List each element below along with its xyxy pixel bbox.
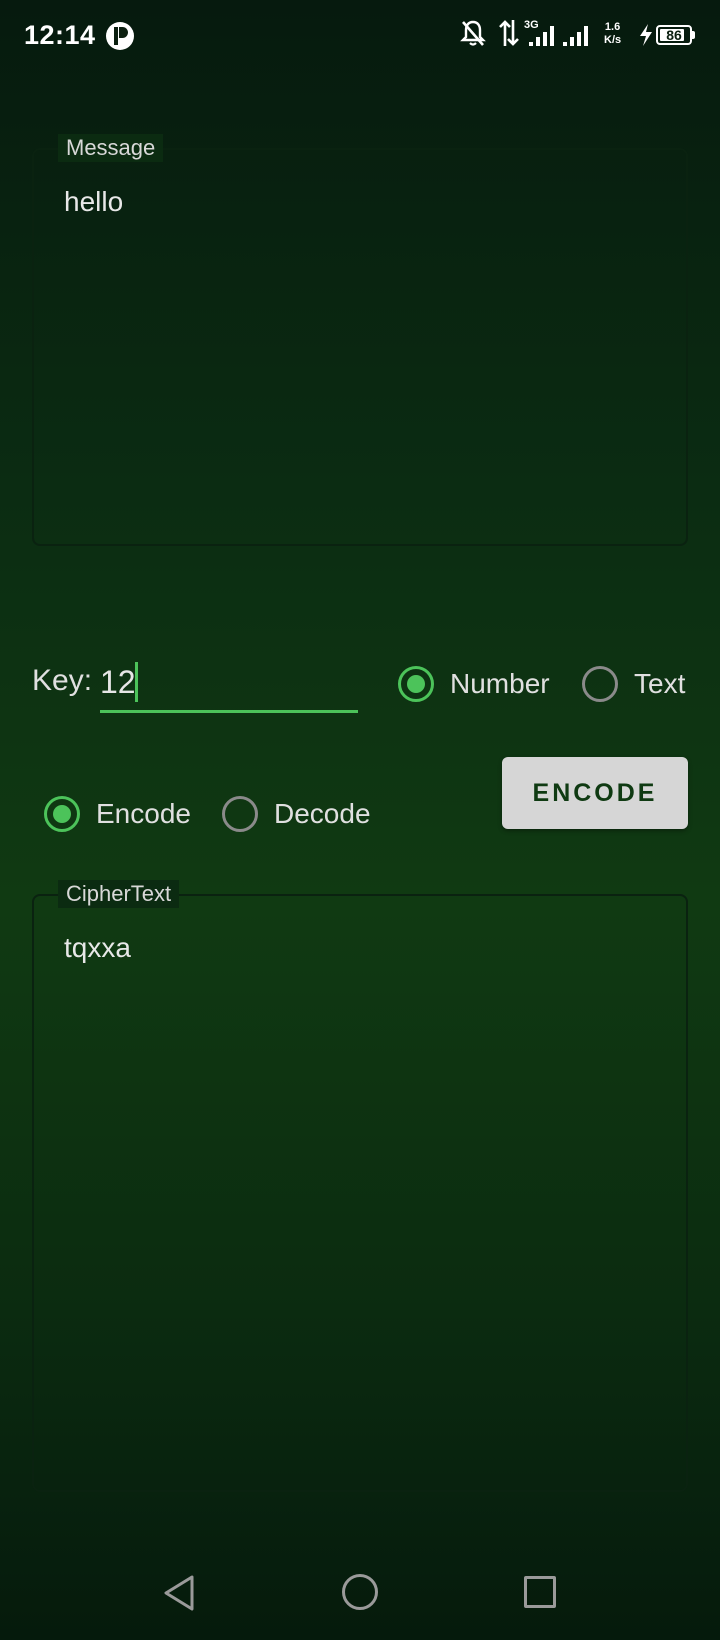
radio-number-label: Number <box>450 668 550 699</box>
signal-strength-icon <box>529 26 554 46</box>
text-caret <box>135 662 138 702</box>
recent-apps-icon[interactable] <box>524 1576 556 1608</box>
radio-text-label: Text <box>634 668 686 699</box>
battery-percentage: 86 <box>666 27 682 43</box>
status-time: 12:14 <box>24 20 96 50</box>
message-value: hello <box>64 186 124 217</box>
app-notification-icon <box>106 22 134 50</box>
charging-icon <box>640 24 652 46</box>
home-icon[interactable] <box>342 1574 378 1610</box>
ciphertext-label: CipherText <box>58 880 180 908</box>
network-speed: 1.6 K/s <box>604 21 621 47</box>
bell-muted-icon <box>460 20 486 46</box>
ciphertext-value: tqxxa <box>64 932 131 963</box>
message-label: Message <box>58 134 164 162</box>
back-icon[interactable] <box>162 1574 196 1612</box>
radio-text-button[interactable] <box>582 666 618 702</box>
ciphertext-field[interactable]: CipherText tqxxa <box>32 880 688 1492</box>
radio-encode-button[interactable] <box>44 796 80 832</box>
battery-icon: 86 <box>656 25 692 45</box>
radio-number-button[interactable] <box>398 666 434 702</box>
network-speed-unit: K/s <box>604 34 622 46</box>
data-transfer-icon <box>499 20 519 46</box>
radio-decode-label: Decode <box>274 798 371 829</box>
key-label: Key: <box>32 664 93 697</box>
key-input[interactable]: 12 <box>100 656 358 713</box>
battery-tip <box>692 31 695 39</box>
radio-decode-button[interactable] <box>222 796 258 832</box>
status-bar: 12:14 3G 1.6 K/s 86 <box>0 0 720 72</box>
radio-encode-label: Encode <box>96 798 191 829</box>
message-field[interactable]: Message hello <box>32 134 688 546</box>
signal-strength-icon-2 <box>563 26 588 46</box>
network-speed-value: 1.6 <box>604 21 621 33</box>
key-input-value: 12 <box>100 664 136 700</box>
encode-button[interactable]: ENCODE <box>502 757 688 829</box>
